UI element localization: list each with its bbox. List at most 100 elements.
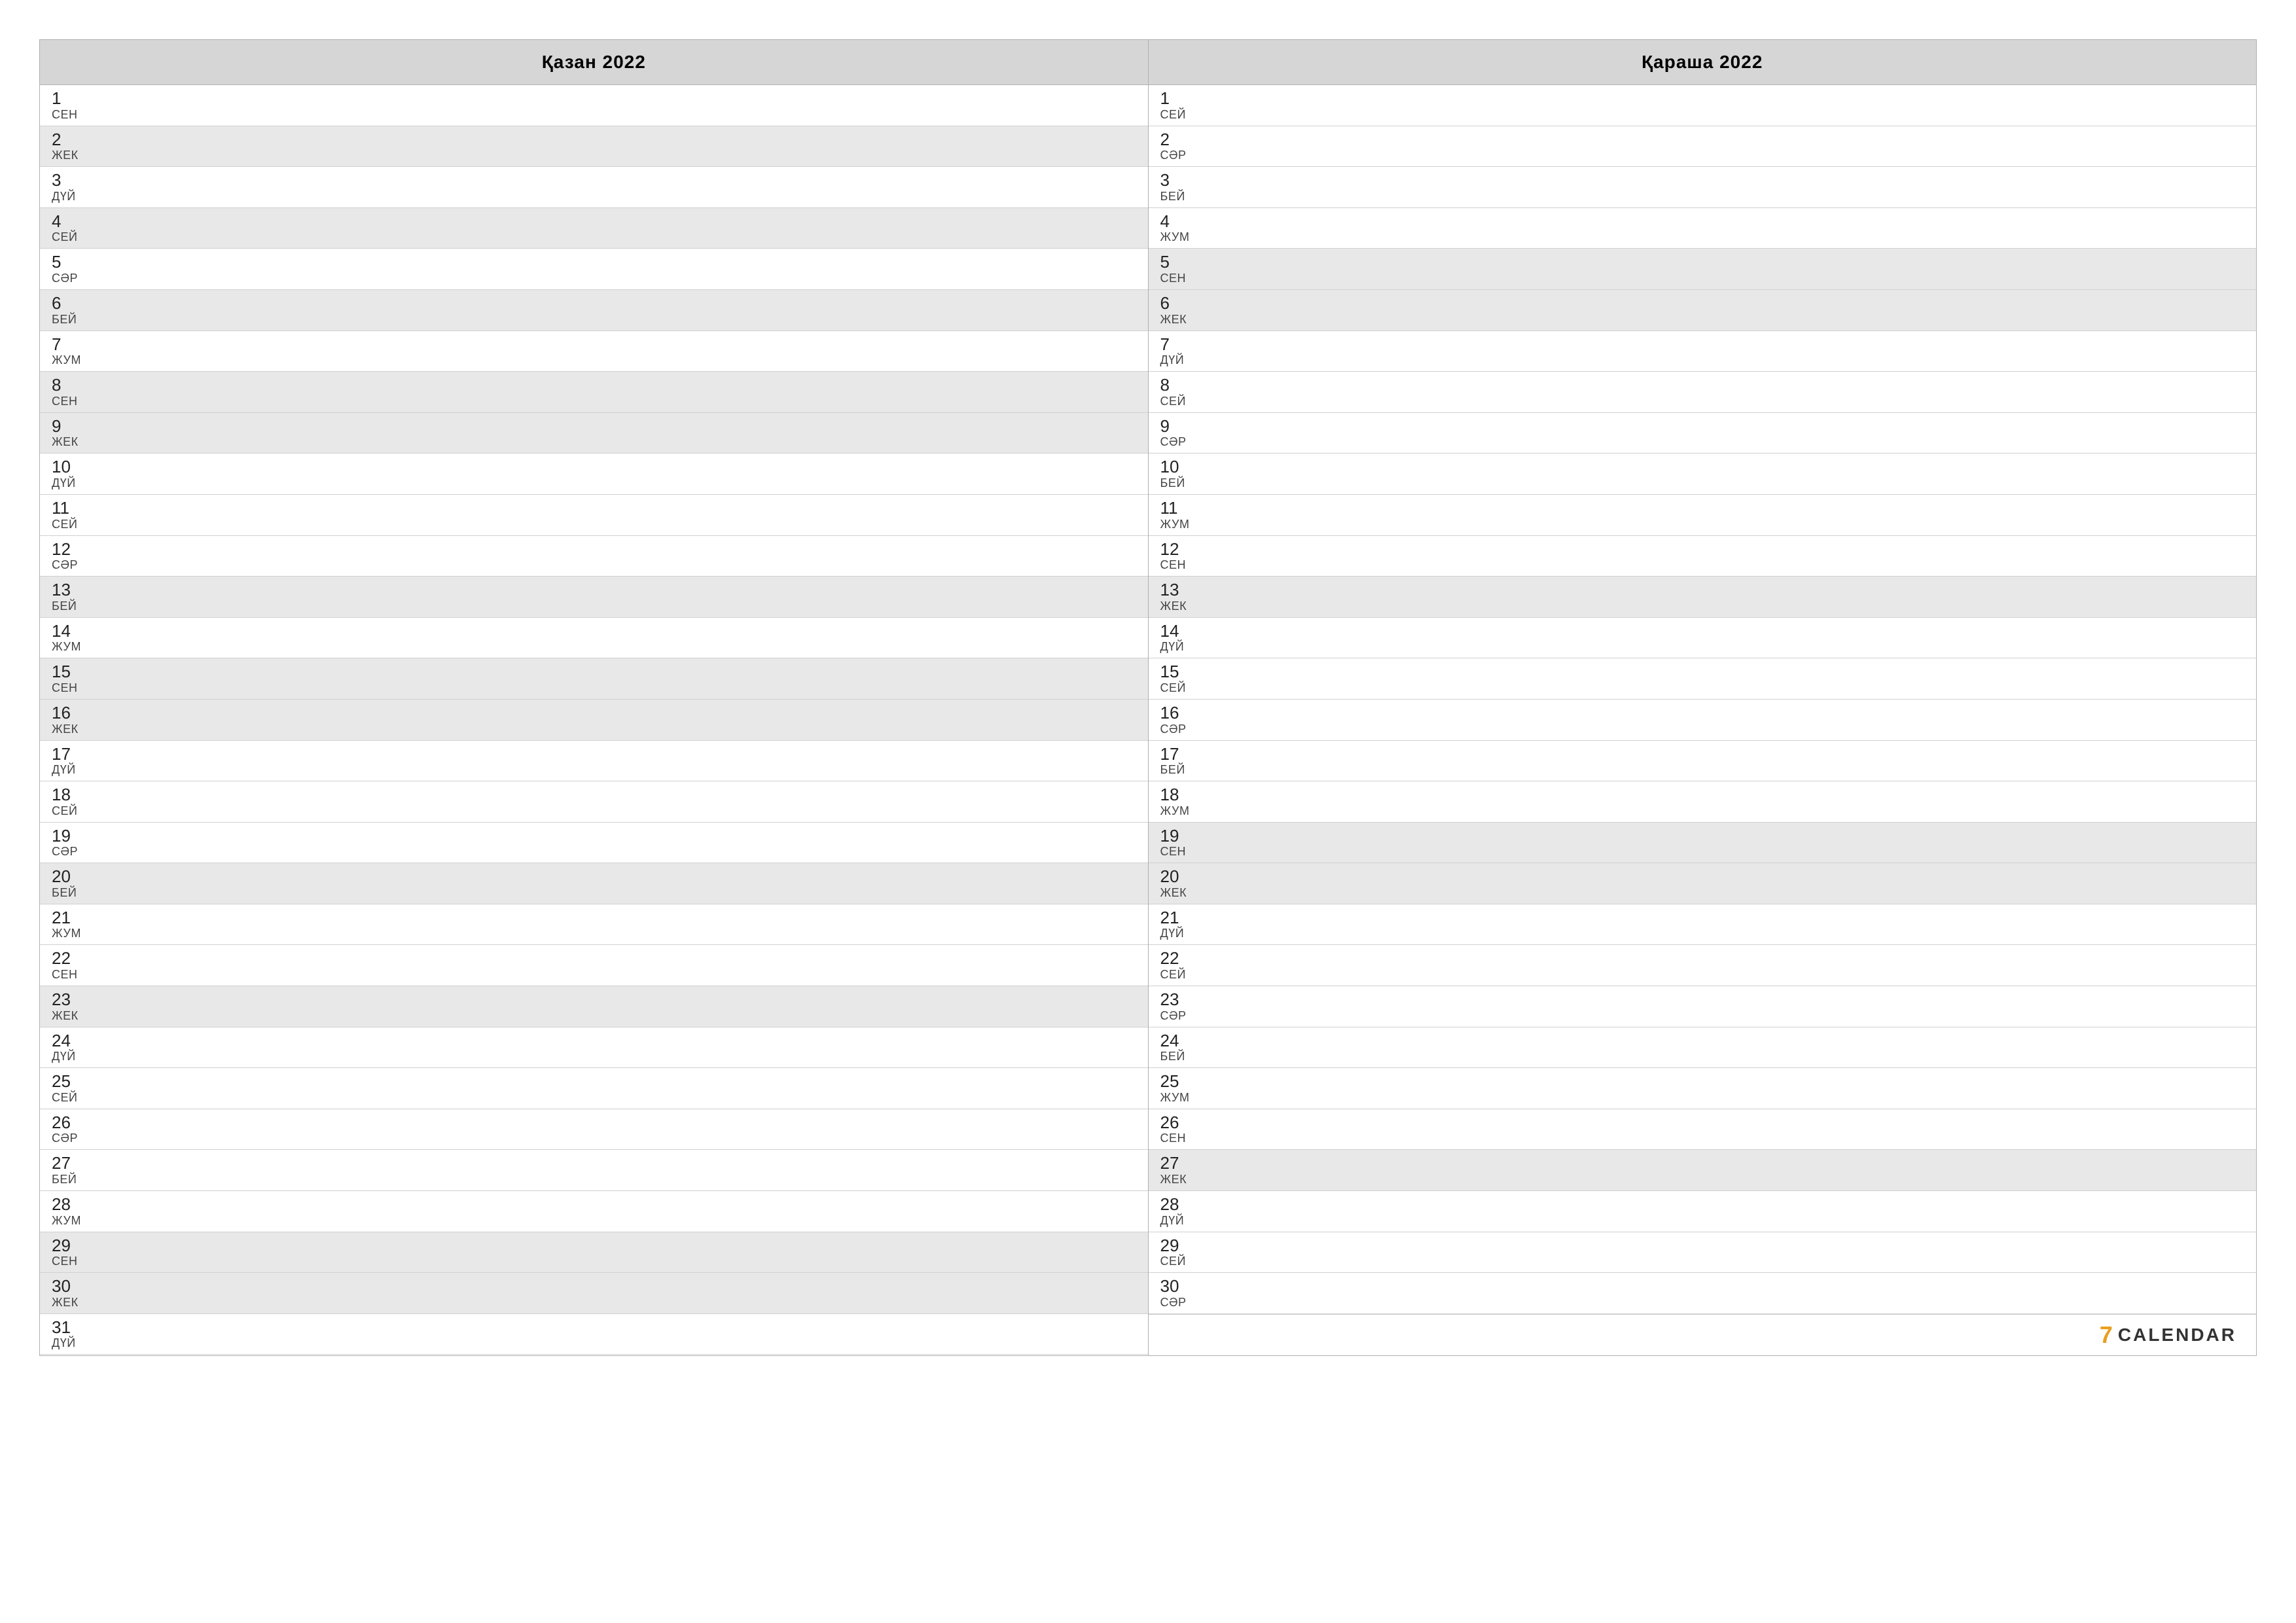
october-column: Қазан 2022 1 СЕН 2 ЖЕК 3 ДҮЙ 4 СЕЙ xyxy=(40,40,1149,1355)
day-name: БЕЙ xyxy=(1160,190,1200,204)
day-number: 11 xyxy=(52,499,91,518)
day-info: 17 ДҮЙ xyxy=(52,745,91,777)
day-number: 20 xyxy=(52,867,91,886)
november-day-row: 7 ДҮЙ xyxy=(1149,331,2257,372)
day-number: 2 xyxy=(52,130,91,149)
day-name: ЖЕК xyxy=(1160,1173,1200,1186)
day-name: СЕЙ xyxy=(1160,108,1200,122)
day-info: 22 СЕЙ xyxy=(1160,949,1200,982)
day-info: 20 ЖЕК xyxy=(1160,867,1200,900)
day-info: 4 ЖУМ xyxy=(1160,212,1200,245)
day-name: ЖУМ xyxy=(52,640,91,654)
october-day-row: 1 СЕН xyxy=(40,85,1148,126)
day-number: 8 xyxy=(52,376,91,395)
day-info: 7 ДҮЙ xyxy=(1160,335,1200,368)
october-day-row: 30 ЖЕК xyxy=(40,1273,1148,1314)
day-info: 11 ЖУМ xyxy=(1160,499,1200,531)
day-info: 25 ЖУМ xyxy=(1160,1072,1200,1105)
day-number: 27 xyxy=(52,1154,91,1173)
day-info: 30 СӘР xyxy=(1160,1277,1200,1310)
october-day-row: 15 СЕН xyxy=(40,658,1148,700)
day-name: СЕН xyxy=(52,395,91,408)
day-name: ЖУМ xyxy=(1160,518,1200,531)
day-number: 7 xyxy=(1160,335,1200,354)
november-day-row: 18 ЖУМ xyxy=(1149,781,2257,823)
october-day-row: 18 СЕЙ xyxy=(40,781,1148,823)
day-number: 15 xyxy=(1160,662,1200,681)
footer: 7 CALENDAR xyxy=(1149,1314,2257,1355)
day-name: БЕЙ xyxy=(52,886,91,900)
day-name: ДҮЙ xyxy=(1160,1214,1200,1228)
calendar-container: Қазан 2022 1 СЕН 2 ЖЕК 3 ДҮЙ 4 СЕЙ xyxy=(39,39,2257,1356)
day-name: СӘР xyxy=(52,272,91,285)
day-number: 30 xyxy=(52,1277,91,1296)
day-info: 5 СЕН xyxy=(1160,253,1200,285)
day-info: 3 БЕЙ xyxy=(1160,171,1200,204)
november-day-row: 2 СӘР xyxy=(1149,126,2257,168)
october-day-row: 20 БЕЙ xyxy=(40,863,1148,904)
day-name: СЕН xyxy=(52,681,91,695)
october-day-row: 5 СӘР xyxy=(40,249,1148,290)
day-number: 6 xyxy=(1160,294,1200,313)
day-info: 16 ЖЕК xyxy=(52,704,91,736)
day-name: ЖЕК xyxy=(52,149,91,162)
day-info: 6 ЖЕК xyxy=(1160,294,1200,327)
october-day-row: 19 СӘР xyxy=(40,823,1148,864)
day-number: 7 xyxy=(52,335,91,354)
november-day-row: 17 БЕЙ xyxy=(1149,741,2257,782)
november-day-row: 9 СӘР xyxy=(1149,413,2257,454)
day-name: СӘР xyxy=(52,845,91,859)
day-number: 19 xyxy=(1160,827,1200,846)
november-day-row: 10 БЕЙ xyxy=(1149,454,2257,495)
day-name: ЖУМ xyxy=(1160,1091,1200,1105)
october-day-row: 11 СЕЙ xyxy=(40,495,1148,536)
day-info: 30 ЖЕК xyxy=(52,1277,91,1310)
day-info: 29 СЕН xyxy=(52,1236,91,1269)
day-name: БЕЙ xyxy=(1160,476,1200,490)
day-info: 17 БЕЙ xyxy=(1160,745,1200,777)
day-number: 23 xyxy=(1160,990,1200,1009)
october-day-row: 14 ЖУМ xyxy=(40,618,1148,659)
day-name: БЕЙ xyxy=(1160,1050,1200,1063)
day-name: ЖУМ xyxy=(1160,230,1200,244)
day-name: СӘР xyxy=(1160,1296,1200,1310)
day-name: ДҮЙ xyxy=(1160,640,1200,654)
day-info: 2 СӘР xyxy=(1160,130,1200,163)
november-day-row: 3 БЕЙ xyxy=(1149,167,2257,208)
day-info: 24 ДҮЙ xyxy=(52,1031,91,1064)
day-number: 21 xyxy=(52,908,91,927)
day-number: 14 xyxy=(1160,622,1200,641)
day-name: СЕЙ xyxy=(52,230,91,244)
day-name: СӘР xyxy=(1160,722,1200,736)
day-name: СЕН xyxy=(1160,845,1200,859)
day-name: ЖЕК xyxy=(52,1296,91,1310)
october-header: Қазан 2022 xyxy=(40,40,1148,85)
day-info: 23 ЖЕК xyxy=(52,990,91,1023)
day-name: СЕЙ xyxy=(52,518,91,531)
day-number: 19 xyxy=(52,827,91,846)
day-number: 10 xyxy=(52,457,91,476)
day-number: 20 xyxy=(1160,867,1200,886)
day-number: 5 xyxy=(1160,253,1200,272)
october-day-row: 9 ЖЕК xyxy=(40,413,1148,454)
day-info: 8 СЕЙ xyxy=(1160,376,1200,408)
day-number: 13 xyxy=(52,580,91,599)
day-name: СЕН xyxy=(52,108,91,122)
day-name: БЕЙ xyxy=(1160,763,1200,777)
november-day-row: 28 ДҮЙ xyxy=(1149,1191,2257,1232)
november-day-row: 19 СЕН xyxy=(1149,823,2257,864)
day-number: 14 xyxy=(52,622,91,641)
day-number: 16 xyxy=(1160,704,1200,722)
day-info: 22 СЕН xyxy=(52,949,91,982)
october-day-row: 25 СЕЙ xyxy=(40,1068,1148,1109)
day-number: 24 xyxy=(1160,1031,1200,1050)
day-name: ЖЕК xyxy=(1160,313,1200,327)
day-number: 2 xyxy=(1160,130,1200,149)
november-day-row: 21 ДҮЙ xyxy=(1149,904,2257,946)
november-title: Қараша 2022 xyxy=(1641,52,1763,72)
day-info: 5 СӘР xyxy=(52,253,91,285)
day-name: ЖУМ xyxy=(52,927,91,940)
day-number: 8 xyxy=(1160,376,1200,395)
day-info: 31 ДҮЙ xyxy=(52,1318,91,1351)
november-day-row: 5 СЕН xyxy=(1149,249,2257,290)
